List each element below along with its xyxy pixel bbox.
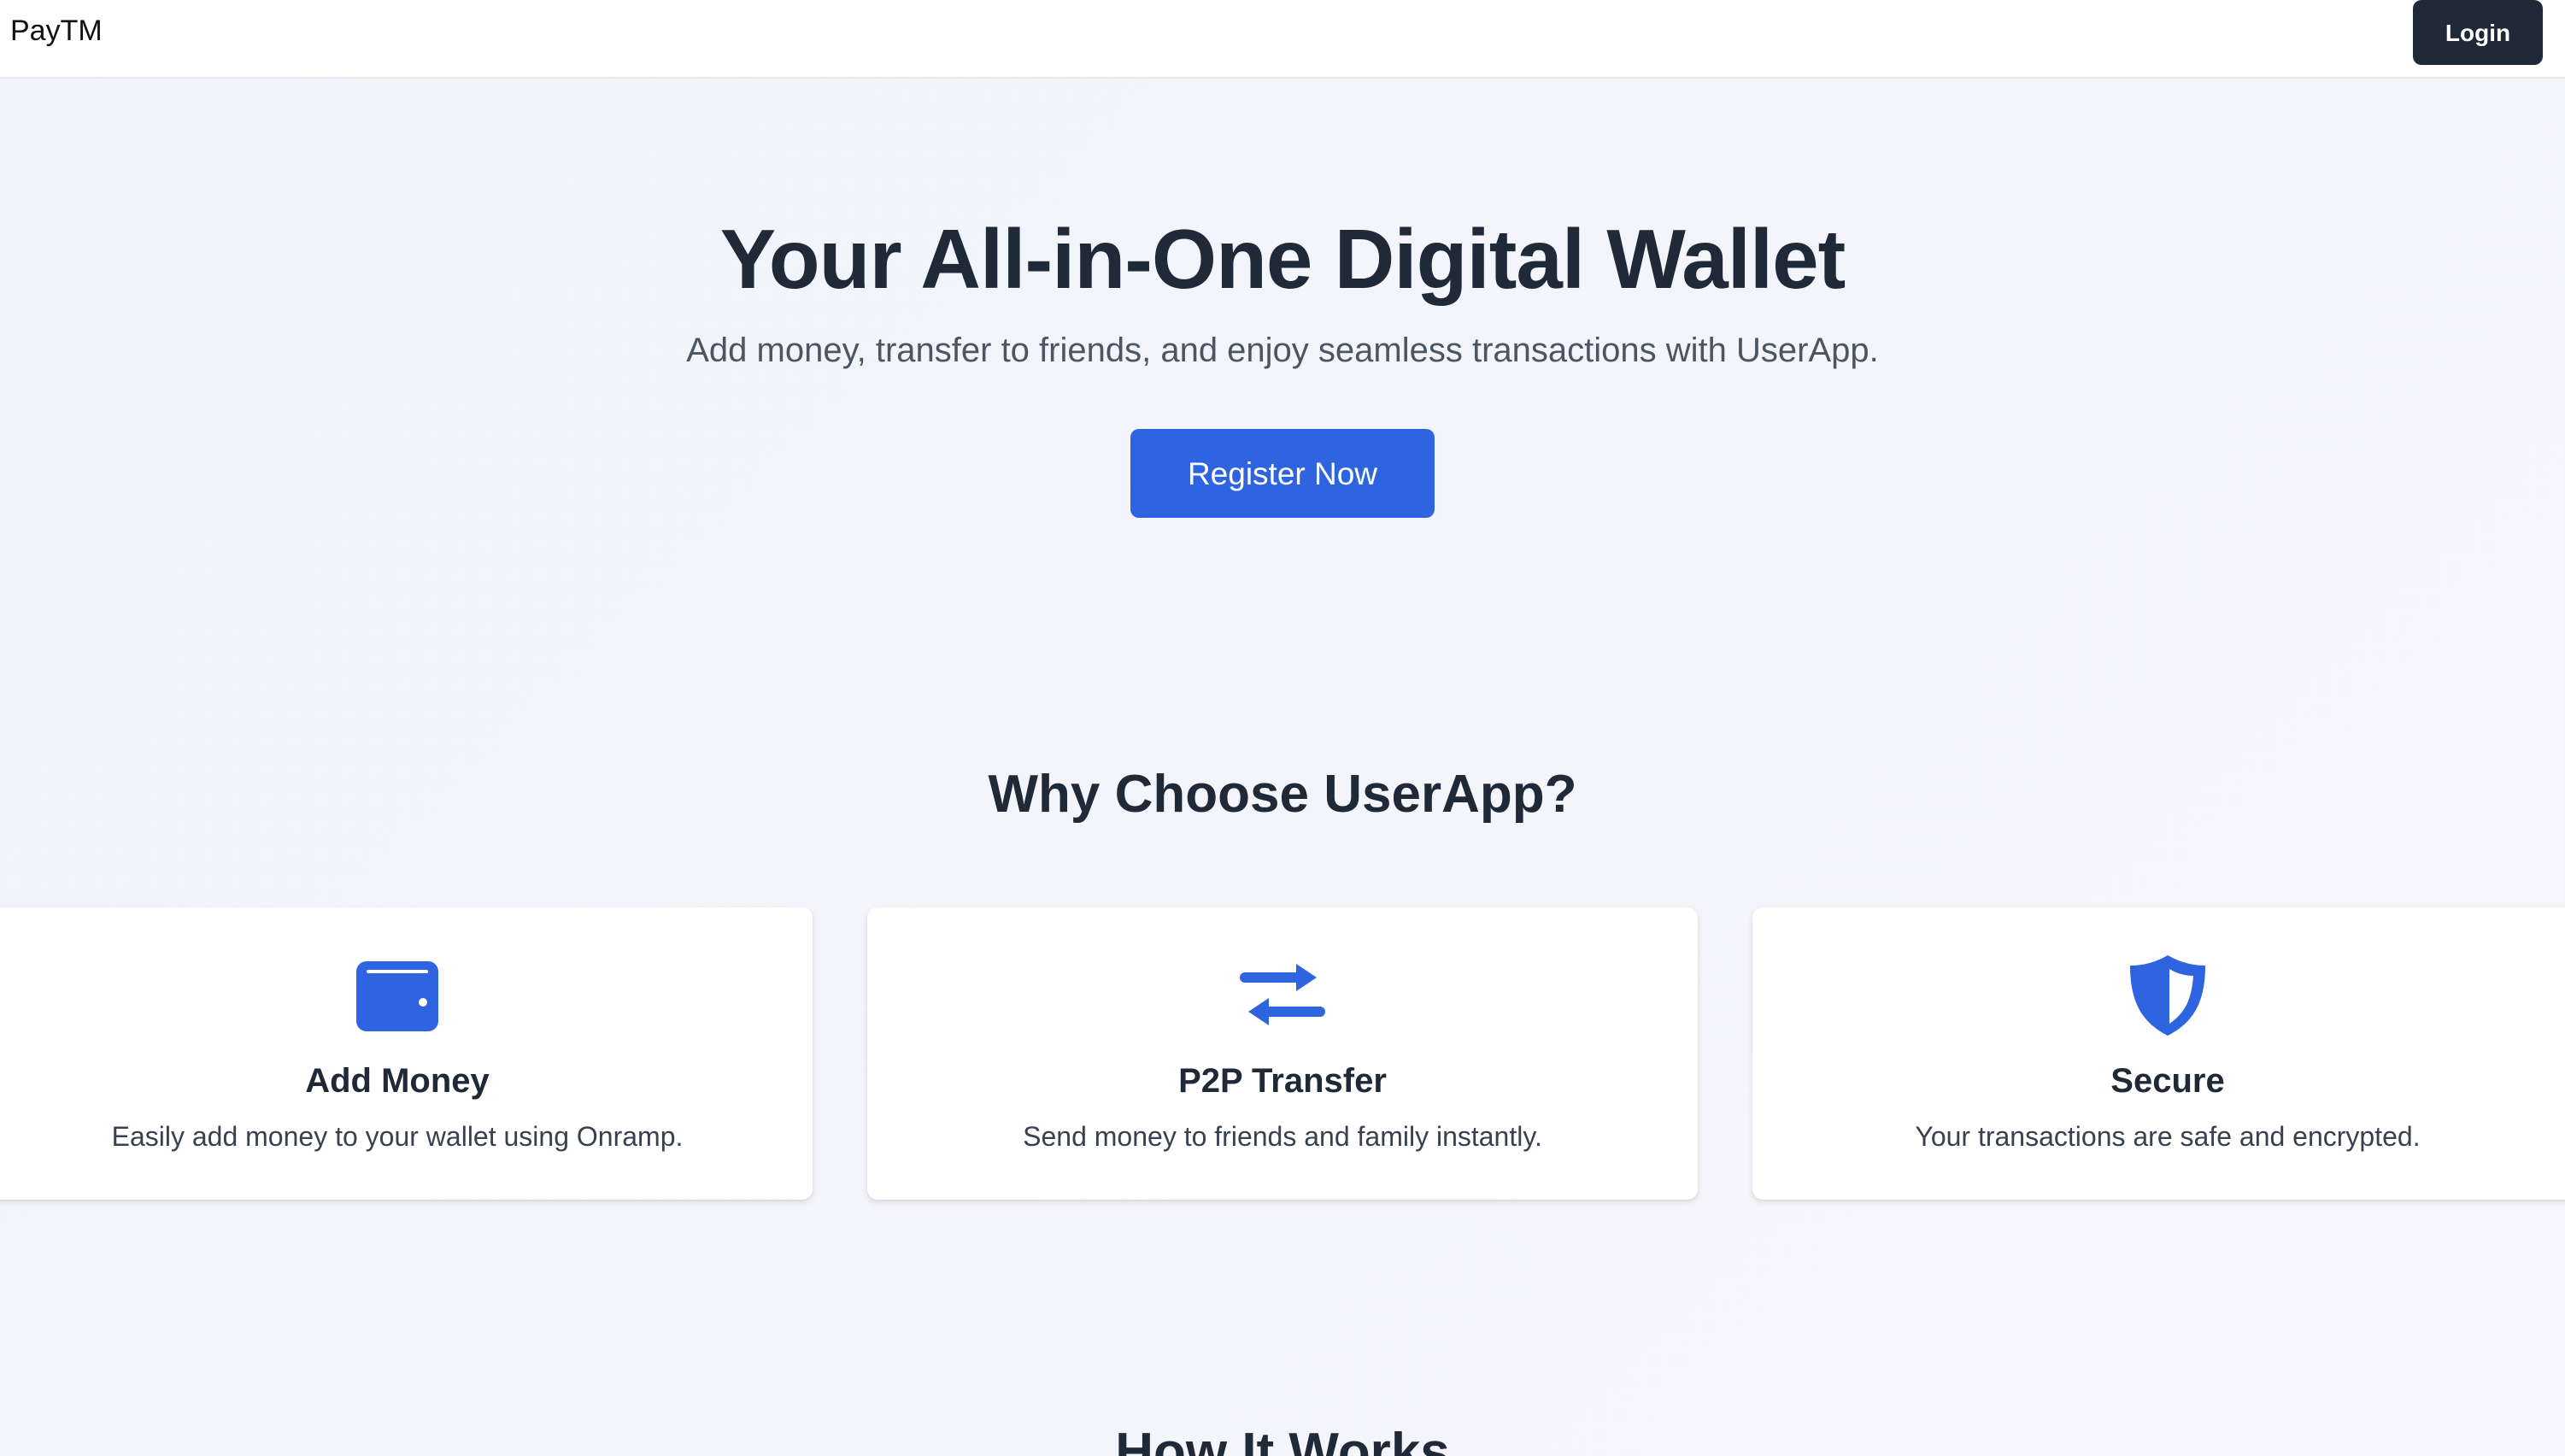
wallet-icon [0,952,813,1037]
feature-card-p2p-transfer: P2P Transfer Send money to friends and f… [867,907,1698,1200]
feature-description: Easily add money to your wallet using On… [111,1121,684,1152]
brand-logo[interactable]: PayTM [10,12,103,50]
login-button[interactable]: Login [2413,0,2543,65]
feature-description: Send money to friends and family instant… [1023,1121,1542,1152]
register-now-button[interactable]: Register Now [1130,429,1435,518]
feature-title: Secure [2110,1062,2225,1100]
hero-title: Your All-in-One Digital Wallet [719,212,1846,306]
how-it-works-title: How It Works [1115,1423,1450,1456]
feature-title: Add Money [305,1062,490,1100]
feature-card-secure: Secure Your transactions are safe and en… [1752,907,2565,1200]
feature-title: P2P Transfer [1178,1062,1387,1100]
top-navbar: PayTM Login [0,0,2565,79]
shield-icon [1752,952,2565,1037]
feature-description: Your transactions are safe and encrypted… [1915,1121,2421,1152]
hero-subtitle: Add money, transfer to friends, and enjo… [686,332,1879,369]
features-section-title: Why Choose UserApp? [988,765,1577,824]
transfer-arrows-icon [867,952,1698,1037]
feature-card-add-money: Add Money Easily add money to your walle… [0,907,813,1200]
